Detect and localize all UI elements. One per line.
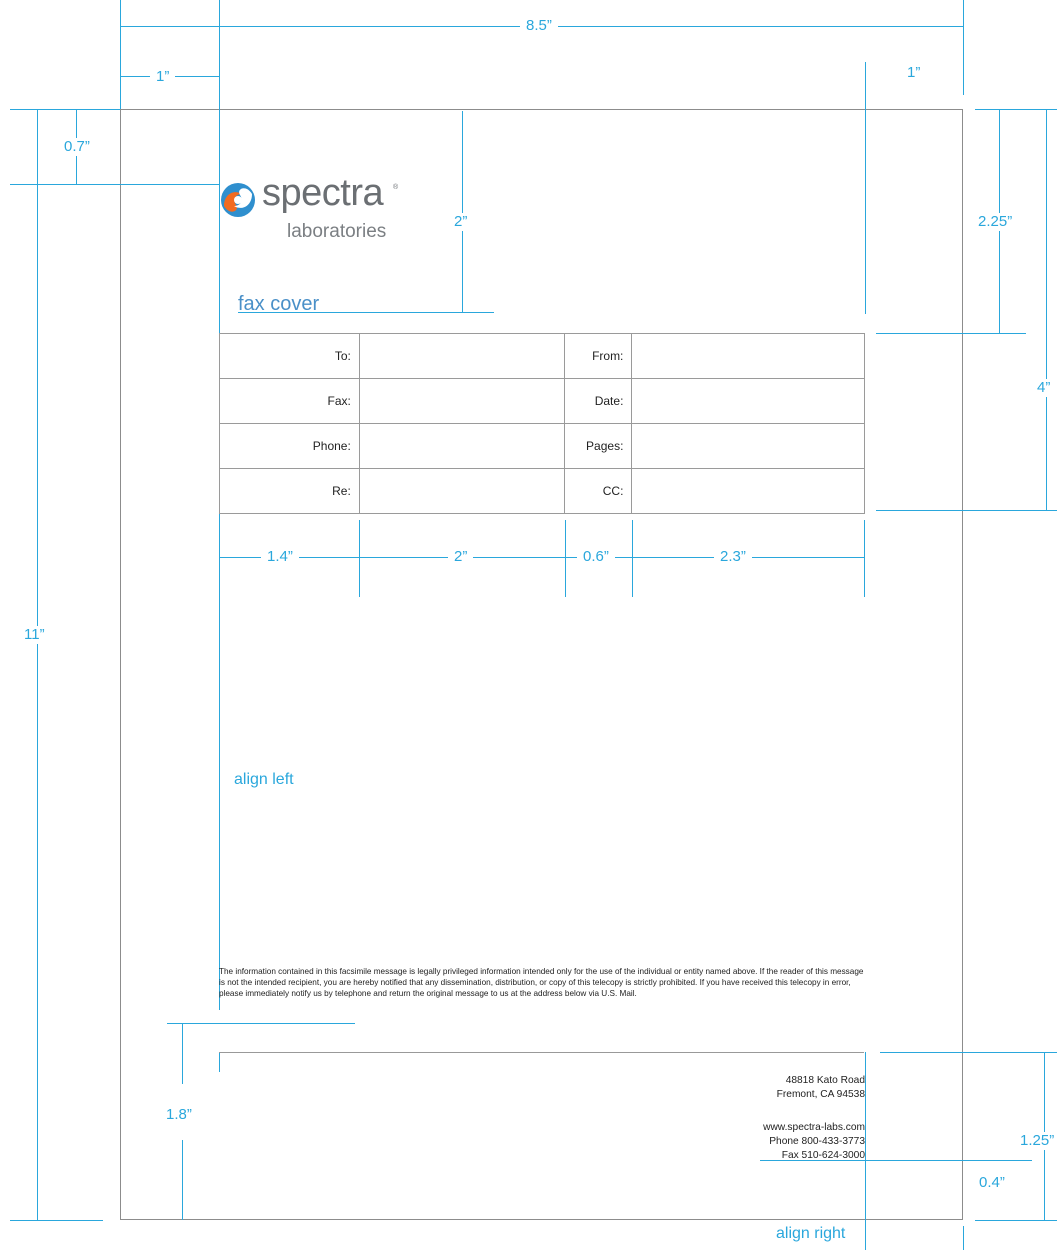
guide-line bbox=[182, 1023, 183, 1084]
from-field[interactable] bbox=[631, 333, 865, 379]
dim-page-height: 11” bbox=[18, 626, 51, 644]
spectra-logo: spectra ® laboratories bbox=[218, 172, 438, 248]
guide-line bbox=[975, 1220, 1057, 1221]
logo-subtitle: laboratories bbox=[287, 221, 387, 242]
fax-number: Fax 510-624-3000 bbox=[781, 1150, 865, 1161]
guide-line bbox=[462, 111, 463, 312]
dim-header-height: 2” bbox=[448, 213, 474, 231]
dim-left-margin: 1” bbox=[150, 68, 176, 86]
label-to: To: bbox=[219, 333, 360, 379]
guide-line bbox=[632, 520, 633, 597]
guide-line bbox=[876, 333, 1026, 334]
guide-line bbox=[975, 109, 1057, 110]
label-re: Re: bbox=[219, 468, 360, 514]
label-cc: CC: bbox=[564, 468, 633, 514]
guide-line bbox=[359, 520, 360, 597]
guide-line bbox=[37, 109, 38, 1220]
guide-line bbox=[565, 520, 566, 597]
website-link[interactable]: www.spectra-labs.com bbox=[763, 1121, 865, 1134]
dim-right-table: 4” bbox=[1031, 379, 1057, 397]
guide-line bbox=[10, 184, 219, 185]
table-row: Phone: Pages: bbox=[219, 423, 865, 469]
label-pages: Pages: bbox=[564, 423, 633, 469]
address-street: 48818 Kato Road bbox=[785, 1075, 865, 1086]
guide-line bbox=[963, 1226, 964, 1250]
guide-line bbox=[167, 1023, 355, 1024]
table-row: Re: CC: bbox=[219, 468, 865, 514]
label-from: From: bbox=[564, 333, 633, 379]
confidentiality-disclaimer: The information contained in this facsim… bbox=[219, 967, 864, 999]
note-align-right: align right bbox=[776, 1225, 846, 1242]
dim-right-header: 2.25” bbox=[972, 213, 1019, 231]
phone-field[interactable] bbox=[358, 423, 566, 469]
guide-line bbox=[219, 557, 865, 558]
fax-field[interactable] bbox=[358, 378, 566, 424]
fax-form-table: To: From: Fax: Date: Phone: Pages: Re: C… bbox=[219, 333, 865, 514]
guide-line bbox=[1046, 109, 1047, 511]
guide-line bbox=[182, 1140, 183, 1220]
dim-page-width: 8.5” bbox=[520, 17, 558, 35]
guide-line bbox=[10, 109, 120, 110]
dim-bottom-right: 1.25” bbox=[1014, 1132, 1057, 1150]
guide-line bbox=[219, 1052, 220, 1072]
page-outline bbox=[120, 109, 963, 1220]
to-field[interactable] bbox=[358, 333, 566, 379]
date-field[interactable] bbox=[631, 378, 865, 424]
label-fax: Fax: bbox=[219, 378, 360, 424]
table-row: Fax: Date: bbox=[219, 378, 865, 424]
table-row: To: From: bbox=[219, 333, 865, 379]
phone-number: Phone 800-433-3773 bbox=[769, 1136, 865, 1147]
guide-line bbox=[864, 520, 865, 597]
logo-registered-mark: ® bbox=[393, 184, 399, 191]
dim-col-1: 1.4” bbox=[261, 548, 299, 566]
guide-line bbox=[865, 62, 866, 314]
guide-line bbox=[120, 0, 121, 109]
dim-right-margin: 1” bbox=[907, 64, 921, 81]
guide-line bbox=[880, 1052, 1057, 1053]
re-field[interactable] bbox=[358, 468, 566, 514]
dim-bottom-inner: 0.4” bbox=[979, 1174, 1005, 1191]
dim-col-3: 0.6” bbox=[577, 548, 615, 566]
note-align-left: align left bbox=[234, 771, 294, 788]
page-title: fax cover bbox=[238, 293, 320, 315]
label-phone: Phone: bbox=[219, 423, 360, 469]
guide-line bbox=[10, 1220, 103, 1221]
cc-field[interactable] bbox=[631, 468, 865, 514]
dim-bottom-left: 1.8” bbox=[166, 1106, 192, 1123]
logo-wordmark: spectra bbox=[262, 172, 384, 214]
label-date: Date: bbox=[564, 378, 633, 424]
footer-divider bbox=[219, 1052, 864, 1053]
guide-line bbox=[865, 1052, 866, 1250]
guide-line bbox=[963, 0, 964, 95]
dim-logo-offset: 0.7” bbox=[58, 138, 96, 156]
dim-col-4: 2.3” bbox=[714, 548, 752, 566]
pages-field[interactable] bbox=[631, 423, 865, 469]
dim-col-2: 2” bbox=[448, 548, 474, 566]
address-city: Fremont, CA 94538 bbox=[776, 1089, 865, 1100]
spectra-swirl-icon bbox=[221, 183, 255, 217]
guide-line bbox=[876, 510, 1057, 511]
